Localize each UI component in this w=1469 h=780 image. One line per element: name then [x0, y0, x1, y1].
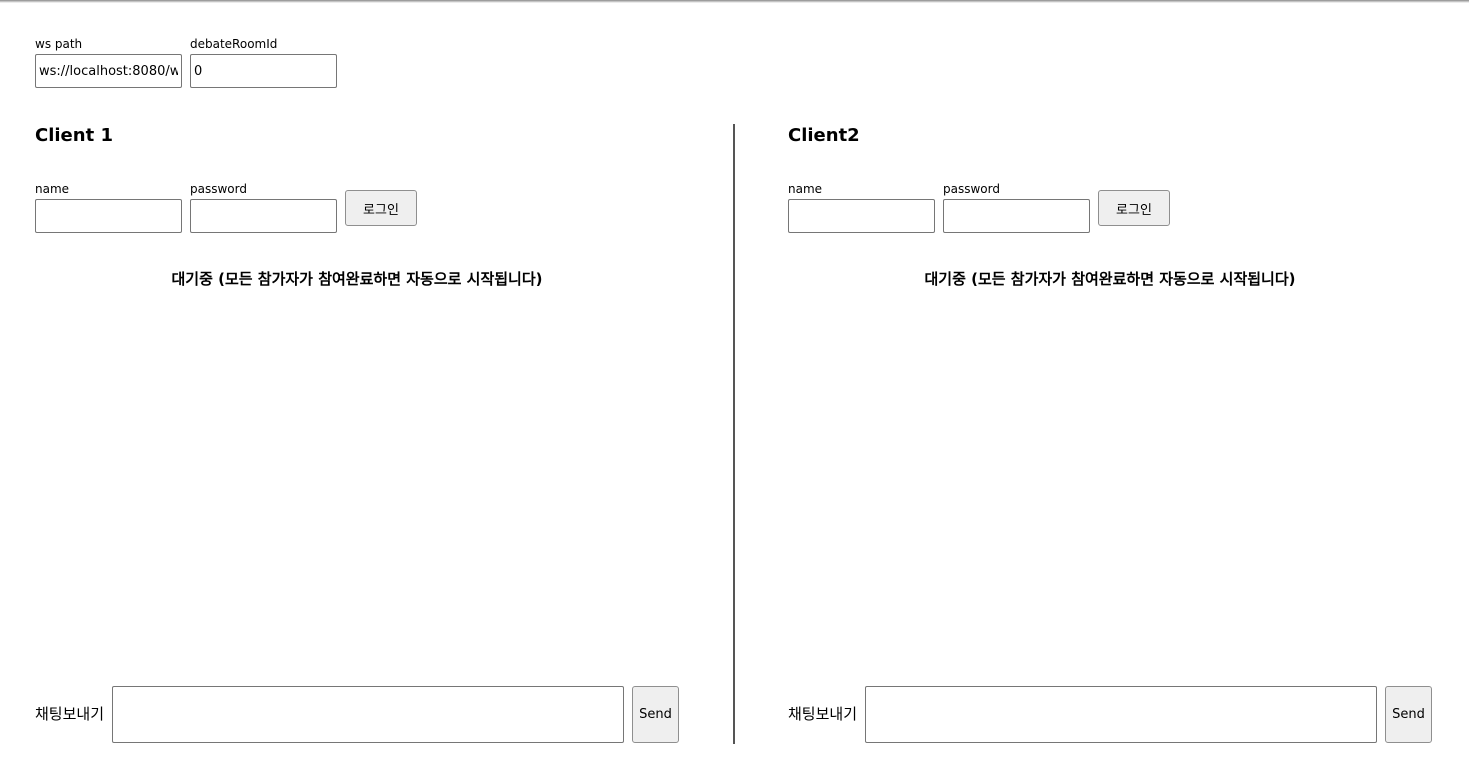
client1-send-button[interactable]: Send: [632, 686, 679, 743]
debate-room-id-label: debateRoomId: [190, 37, 278, 51]
client2-chat-input[interactable]: [865, 686, 1377, 743]
client1-chat-input[interactable]: [112, 686, 624, 743]
client2-title: Client2: [788, 125, 860, 146]
ws-path-input[interactable]: [35, 54, 182, 88]
client2-chat-label: 채팅보내기: [788, 705, 858, 723]
client2-name-input[interactable]: [788, 199, 935, 233]
client1-login-button[interactable]: 로그인: [345, 190, 417, 226]
client2-name-label: name: [788, 182, 823, 196]
client1-name-label: name: [35, 182, 70, 196]
client2-send-button[interactable]: Send: [1385, 686, 1432, 743]
client1-chat-label: 채팅보내기: [35, 705, 105, 723]
debate-room-id-input[interactable]: [190, 54, 337, 88]
client2-status-text: 대기중 (모든 참가자가 참여완료하면 자동으로 시작됩니다): [924, 270, 1296, 288]
client1-status-text: 대기중 (모든 참가자가 참여완료하면 자동으로 시작됩니다): [171, 270, 543, 288]
client1-title: Client 1: [35, 125, 113, 146]
window-top-edge: [0, 0, 1469, 3]
client2-login-button[interactable]: 로그인: [1098, 190, 1170, 226]
client2-password-input[interactable]: [943, 199, 1090, 233]
client1-password-input[interactable]: [190, 199, 337, 233]
client1-name-input[interactable]: [35, 199, 182, 233]
panel-divider: [733, 124, 735, 744]
client1-password-label: password: [190, 182, 247, 196]
client2-password-label: password: [943, 182, 1000, 196]
ws-path-label: ws path: [35, 37, 83, 51]
